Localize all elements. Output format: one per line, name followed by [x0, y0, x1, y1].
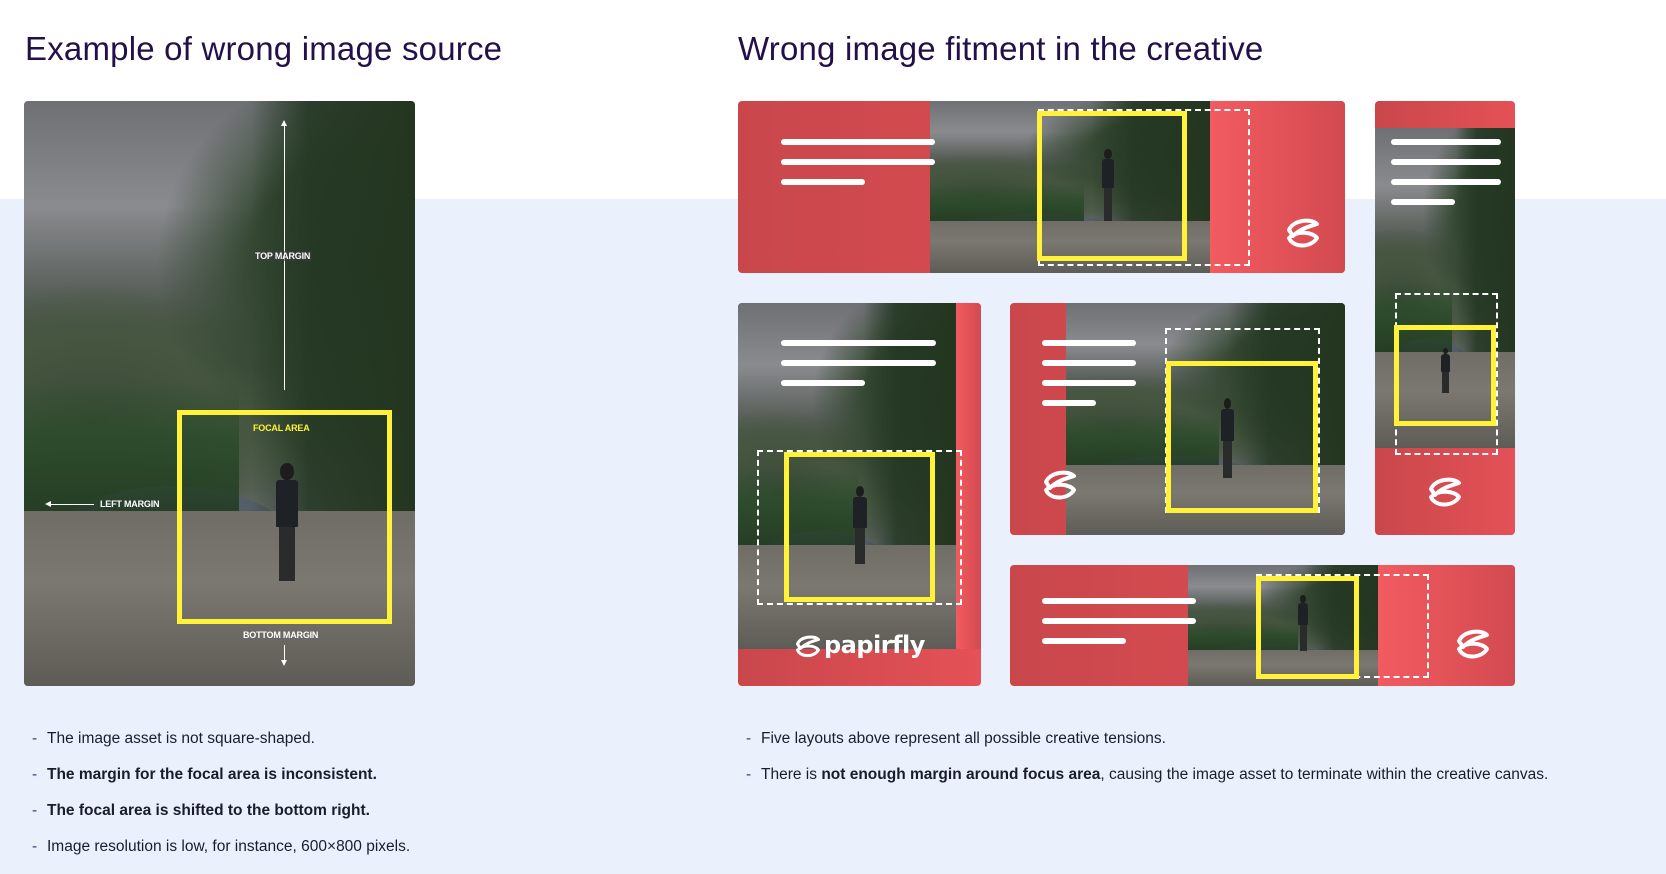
top-margin-arrow-icon: [281, 120, 287, 126]
bottom-margin-arrow-icon: [281, 660, 287, 666]
creative-focal-box: [1037, 111, 1187, 261]
creative-portrait: papirfly: [738, 303, 981, 686]
papirfly-logo-icon: [1425, 475, 1465, 511]
top-margin-label: TOP MARGIN: [253, 251, 313, 261]
list-item: - The image asset is not square-shaped.: [32, 730, 315, 747]
creative-tall-skyscraper: [1375, 101, 1515, 535]
creative-leaderboard: [1010, 565, 1515, 686]
papirfly-logo-icon: [1453, 627, 1493, 663]
list-item: - Image resolution is low, for instance,…: [32, 838, 411, 855]
papirfly-logo-icon: [793, 633, 823, 661]
papirfly-wordmark: papirfly: [824, 631, 925, 659]
left-margin-label: LEFT MARGIN: [100, 499, 160, 509]
list-item: - There is not enough margin around focu…: [746, 766, 1549, 783]
right-heading: Wrong image fitment in the creative: [738, 30, 1264, 67]
papirfly-logo-icon: [1283, 216, 1323, 252]
left-margin-line: [50, 504, 94, 505]
list-item: - Five layouts above represent all possi…: [746, 730, 1166, 747]
bottom-margin-label: BOTTOM MARGIN: [243, 630, 319, 640]
papirfly-logo-icon: [1040, 468, 1080, 504]
right-bullet-list: - Five layouts above represent all possi…: [746, 729, 1548, 801]
list-item: - The margin for the focal area is incon…: [32, 766, 377, 783]
left-bullet-list: - The image asset is not square-shaped. …: [32, 729, 410, 873]
list-item: - The focal area is shifted to the botto…: [32, 802, 370, 819]
left-heading: Example of wrong image source: [25, 30, 503, 67]
creative-focal-box: [1166, 361, 1318, 513]
creative-landscape: [1010, 303, 1345, 535]
creative-focal-box: [1256, 576, 1359, 679]
bottom-margin-line: [284, 645, 285, 661]
focal-area-box: [177, 410, 392, 624]
creative-focal-box: [784, 452, 935, 602]
creative-focal-box: [1394, 325, 1496, 426]
creative-wide-banner: [738, 101, 1345, 273]
focal-area-label: FOCAL AREA: [253, 423, 310, 433]
left-margin-arrow-icon: [45, 501, 51, 507]
